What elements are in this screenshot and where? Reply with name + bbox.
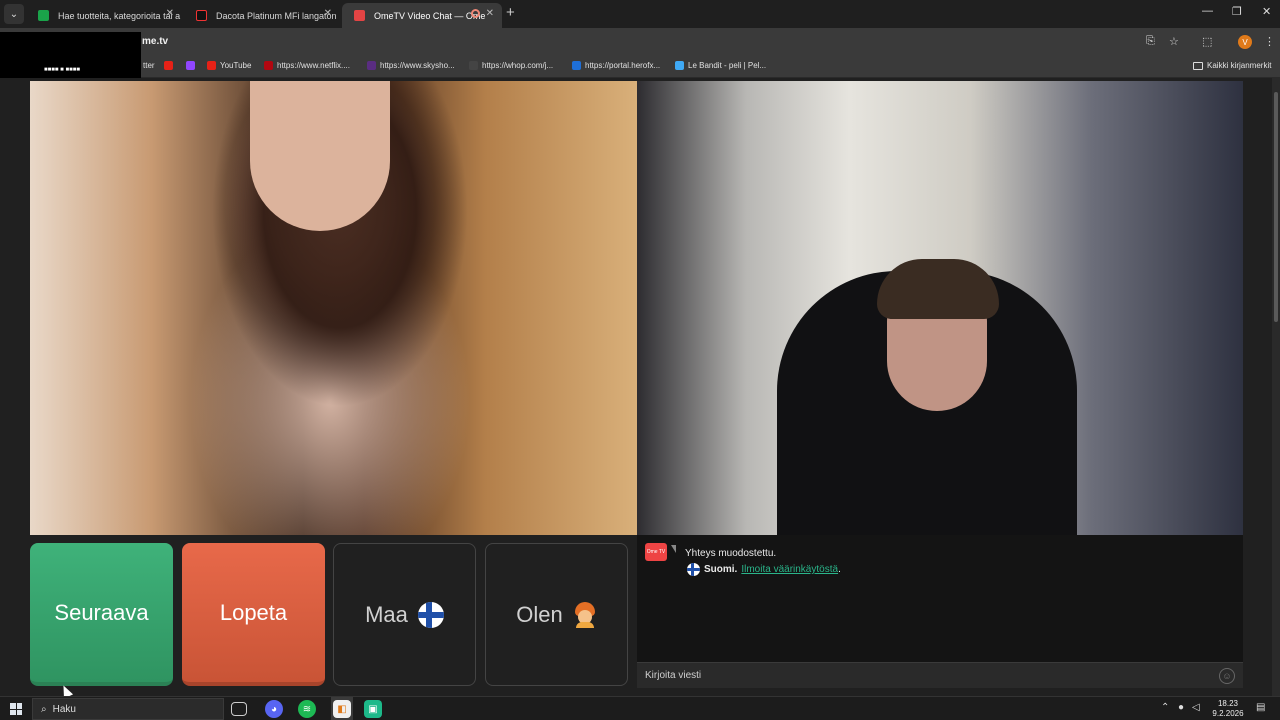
extensions-icon[interactable]: ⬚ — [1202, 35, 1212, 48]
taskbar-clock[interactable]: 18.23 9.2.2026 — [1208, 699, 1248, 719]
country-label: Maa — [365, 601, 408, 627]
volume-icon[interactable]: ◁ — [1192, 702, 1200, 713]
tab-close-icon[interactable]: ✕ — [166, 8, 174, 19]
search-icon: ⌕ — [41, 703, 47, 715]
folder-icon — [1193, 61, 1203, 70]
task-view-icon[interactable] — [231, 702, 247, 716]
taskbar-search[interactable]: ⌕ Haku — [32, 698, 224, 720]
bookmark-item[interactable]: tter — [143, 61, 155, 70]
tab-title: Hae tuotteita, kategorioita tai a — [58, 10, 181, 21]
discord-icon[interactable]: ◕ — [265, 700, 283, 718]
country-button[interactable]: Maa — [333, 543, 476, 686]
stranger-face — [250, 81, 390, 231]
gender-button[interactable]: Olen — [485, 543, 628, 686]
all-bookmarks[interactable]: Kaikki kirjanmerkit — [1193, 61, 1271, 70]
recording-icon — [471, 9, 480, 18]
bookmarks-bar: tter YouTube https://www.netflix.... htt… — [0, 56, 1280, 78]
self-hair — [877, 259, 999, 319]
minimize-icon[interactable]: — — [1202, 5, 1213, 17]
bookmark-star-icon[interactable]: ☆ — [1169, 35, 1179, 48]
twitch-icon — [186, 61, 195, 70]
stranger-video — [30, 81, 637, 535]
next-button[interactable]: Seuraava — [30, 543, 173, 686]
close-window-icon[interactable]: ✕ — [1262, 5, 1271, 18]
report-suffix: . — [838, 564, 841, 575]
spotify-icon[interactable]: ≋ — [298, 700, 316, 718]
chat-input[interactable]: Kirjoita viesti ☺ — [637, 662, 1243, 688]
restore-icon[interactable]: ❐ — [1232, 5, 1242, 18]
page-scrollbar[interactable] — [1272, 78, 1280, 696]
bookmark-item[interactable]: https://www.netflix.... — [264, 61, 350, 70]
tab-0[interactable]: Hae tuotteita, kategorioita tai a ✕ — [26, 3, 182, 28]
country-name: Suomi. — [704, 564, 738, 575]
report-abuse-link[interactable]: Ilmoita väärinkäytöstä — [741, 564, 838, 575]
tab-title: OmeTV Video Chat — Ome — [374, 10, 486, 21]
scrollbar-thumb[interactable] — [1274, 92, 1278, 322]
lebandit-icon — [675, 61, 684, 70]
person-icon — [573, 601, 597, 628]
netflix-icon — [264, 61, 273, 70]
notifications-icon[interactable]: ▤ — [1256, 702, 1265, 713]
bookmark-item[interactable]: Le Bandit - peli | Pel... — [675, 61, 766, 70]
clock-date: 9.2.2026 — [1212, 709, 1244, 718]
herofx-icon — [572, 61, 581, 70]
ometv-logo-icon: Ome TV — [645, 543, 667, 561]
skyshowtime-icon — [367, 61, 376, 70]
chat-placeholder: Kirjoita viesti — [645, 670, 702, 681]
chat-panel: Ome TV Yhteys muodostettu. Suomi. Ilmoit… — [637, 535, 1243, 662]
bookmark-item[interactable] — [186, 61, 195, 70]
self-video — [637, 81, 1243, 535]
connection-status: Yhteys muodostettu. — [685, 548, 777, 559]
new-tab-icon[interactable]: + — [506, 4, 515, 21]
tab-search-icon[interactable]: ⌄ — [4, 4, 24, 24]
emoji-icon[interactable]: ☺ — [1219, 668, 1235, 684]
tab-favicon-icon — [196, 10, 207, 21]
app-icon[interactable]: ▣ — [364, 700, 382, 718]
tab-bar: ⌄ Hae tuotteita, kategorioita tai a ✕ Da… — [0, 0, 1280, 28]
address-bar[interactable]: me.tv — [142, 36, 168, 47]
taskbar: ⌕ Haku ◕ ≋ ◧ ▣ ⌃ ● ◁ 18.23 9.2.2026 ▤ — [0, 696, 1280, 720]
search-label: Haku — [52, 703, 76, 715]
bookmark-item[interactable]: YouTube — [207, 61, 251, 70]
tab-close-icon[interactable]: ✕ — [486, 8, 494, 19]
windows-start-icon[interactable] — [10, 703, 22, 715]
bookmark-item[interactable]: https://whop.com/j... — [469, 61, 553, 70]
tab-favicon-icon — [354, 10, 365, 21]
menu-icon[interactable]: ⋮ — [1264, 35, 1275, 48]
bookmark-item[interactable]: https://www.skysho... — [367, 61, 455, 70]
address-toolbar: me.tv ⎘ ☆ ⬚ V ⋮ — [0, 28, 1280, 56]
chevron-up-icon[interactable]: ⌃ — [1161, 702, 1169, 713]
stop-button[interactable]: Lopeta — [182, 543, 325, 686]
country-message: Suomi. Ilmoita väärinkäytöstä. — [687, 563, 841, 576]
finland-flag-icon — [417, 601, 444, 628]
youtube-icon — [164, 61, 173, 70]
logo-tail-icon — [671, 545, 676, 553]
browser-app-icon[interactable]: ◧ — [333, 700, 351, 718]
finland-flag-icon — [687, 563, 700, 576]
youtube-icon — [207, 61, 216, 70]
tab-close-icon[interactable]: ✕ — [324, 8, 332, 19]
microphone-icon[interactable]: ● — [1178, 702, 1184, 713]
next-label: Seuraava — [54, 599, 149, 625]
tab-2[interactable]: OmeTV Video Chat — Ome ✕ — [342, 3, 502, 28]
tab-favicon-icon — [38, 10, 49, 21]
clock-time: 18.23 — [1217, 699, 1239, 708]
gender-label: Olen — [516, 601, 563, 627]
popup-text: ■■■■ ■ ■■■■ — [44, 67, 80, 73]
bookmark-item[interactable]: https://portal.herofx... — [572, 61, 660, 70]
stop-label: Lopeta — [219, 599, 288, 625]
tab-title: Dacota Platinum MFi langaton — [216, 10, 337, 21]
tab-1[interactable]: Dacota Platinum MFi langaton ✕ — [184, 3, 340, 28]
profile-avatar[interactable]: V — [1238, 35, 1252, 49]
whop-icon — [469, 61, 478, 70]
bookmark-item[interactable] — [164, 61, 173, 70]
install-app-icon[interactable]: ⎘ — [1146, 35, 1155, 48]
